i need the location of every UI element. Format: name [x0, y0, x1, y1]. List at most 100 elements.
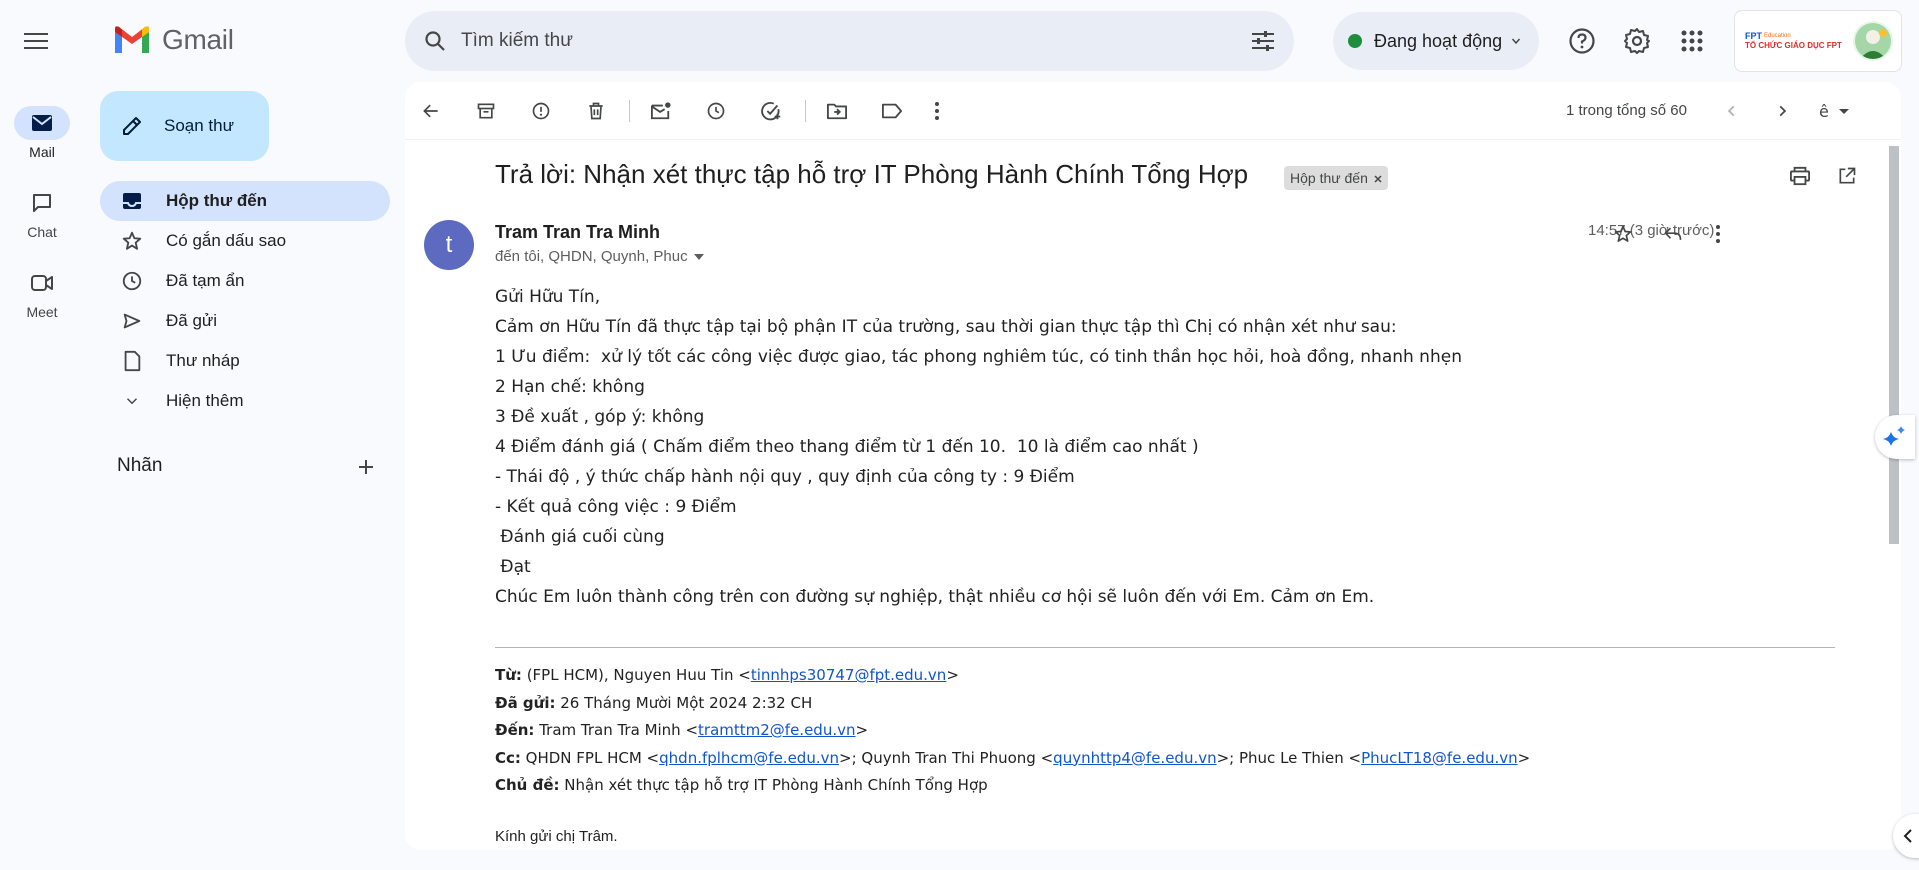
quoted-header: Từ: (FPL HCM), Nguyen Huu Tin <tinnhps30…	[495, 662, 1530, 800]
sender-avatar[interactable]: t	[424, 220, 474, 270]
apps-button[interactable]	[1676, 25, 1708, 57]
rail-item-meet[interactable]: Meet	[0, 266, 84, 320]
add-to-tasks-button[interactable]	[757, 97, 785, 125]
body-line: 3 Đề xuất , góp ý: không	[495, 407, 705, 427]
chevron-down-icon	[1512, 38, 1521, 45]
chevron-left-icon	[1903, 829, 1912, 843]
pagination-label: 1 trong tổng số 60	[1566, 102, 1687, 119]
search-options-icon[interactable]	[1250, 29, 1276, 53]
body-line: 1 Ưu điểm: xử lý tốt các công việc được …	[495, 347, 1462, 367]
quote-divider	[495, 647, 1835, 648]
message-more-button[interactable]	[1704, 220, 1732, 248]
recipients-details[interactable]: đến tôi, QHDN, Quynh, Phuc	[495, 248, 704, 265]
add-task-icon	[761, 102, 781, 121]
more-vert-icon	[935, 102, 939, 120]
compose-button[interactable]: Soạn thư	[100, 91, 269, 161]
quote-to-line: Đến: Tram Tran Tra Minh <tramttm2@fe.edu…	[495, 721, 869, 739]
rail-item-chat[interactable]: Chat	[0, 186, 84, 240]
status-selector[interactable]: Đang hoạt động	[1333, 12, 1539, 70]
gear-icon	[1624, 28, 1650, 54]
sidebar-item-sent[interactable]: Đã gửi	[100, 301, 390, 341]
body-line: 2 Hạn chế: không	[495, 377, 645, 397]
search-icon[interactable]	[423, 29, 447, 53]
main-menu-button[interactable]	[22, 28, 50, 52]
spam-icon	[532, 102, 550, 120]
add-label-button[interactable]	[354, 455, 378, 479]
app-name: Gmail	[162, 24, 234, 55]
sidebar-item-inbox[interactable]: Hộp thư đến	[100, 181, 390, 221]
draft-icon	[124, 350, 141, 372]
labels-heading: Nhãn	[117, 455, 163, 476]
remove-label-icon[interactable]	[1374, 170, 1382, 186]
label-icon	[882, 103, 902, 119]
sidebar-item-more[interactable]: Hiện thêm	[100, 381, 390, 421]
account-button[interactable]: FPT Education TỔ CHỨC GIÁO DỤC FPT	[1734, 10, 1902, 72]
body-line: - Kết quả công việc : 9 Điểm	[495, 497, 737, 517]
input-tools-button[interactable]: ê	[1815, 97, 1855, 125]
reply-button[interactable]	[1659, 220, 1687, 248]
delete-button[interactable]	[582, 97, 610, 125]
settings-button[interactable]	[1621, 25, 1653, 57]
cc-email-link[interactable]: PhucLT18@fe.edu.vn	[1361, 749, 1518, 767]
cc-email-link[interactable]: qhdn.fplhcm@fe.edu.vn	[659, 749, 839, 767]
move-to-button[interactable]	[823, 97, 851, 125]
archive-button[interactable]	[472, 97, 500, 125]
clock-icon	[122, 271, 142, 291]
compose-label: Soạn thư	[164, 116, 234, 135]
labels-button[interactable]	[878, 97, 906, 125]
cc-email-link[interactable]: quynhttp4@fe.edu.vn	[1053, 749, 1216, 767]
newer-button[interactable]	[1718, 97, 1746, 125]
trash-icon	[589, 102, 603, 120]
toolbar-divider	[629, 100, 630, 122]
report-spam-button[interactable]	[527, 97, 555, 125]
rail-item-label: Chat	[27, 224, 57, 240]
org-name: TỔ CHỨC GIÁO DỤC FPT	[1745, 41, 1842, 50]
from-email-link[interactable]: tinnhps30747@fpt.edu.vn	[751, 666, 946, 684]
archive-icon	[477, 103, 495, 119]
body-line: Cảm ơn Hữu Tín đã thực tập tại bộ phận I…	[495, 317, 1397, 337]
clock-icon	[707, 102, 725, 120]
rail-item-mail[interactable]: Mail	[0, 106, 84, 160]
more-options-button[interactable]	[923, 97, 951, 125]
body-line: - Thái độ , ý thức chấp hành nội quy , q…	[495, 467, 1075, 487]
svg-text:ê: ê	[1819, 102, 1829, 121]
sidebar-item-label: Thư nháp	[166, 351, 240, 370]
print-all-button[interactable]	[1789, 166, 1811, 191]
gemini-side-button[interactable]	[1875, 415, 1915, 459]
open-new-window-button[interactable]	[1837, 166, 1857, 191]
send-icon	[123, 313, 141, 329]
inbox-icon	[123, 193, 141, 209]
sender-name[interactable]: Tram Tran Tra Minh	[495, 222, 660, 243]
search-input[interactable]	[461, 30, 1221, 52]
chevron-left-icon	[1727, 105, 1735, 117]
label-chip-inbox[interactable]: Hộp thư đến	[1284, 166, 1388, 190]
sidebar-item-drafts[interactable]: Thư nháp	[100, 341, 390, 381]
quote-sent-line: Đã gửi: 26 Tháng Mười Một 2024 2:32 CH	[495, 693, 813, 712]
rail-item-label: Meet	[26, 304, 58, 320]
body-line: Đánh giá cuối cùng	[495, 527, 665, 547]
toolbar-divider	[805, 100, 806, 122]
mark-unread-button[interactable]	[647, 97, 675, 125]
sidebar-item-starred[interactable]: Có gắn dấu sao	[100, 221, 390, 261]
caret-down-icon	[693, 253, 704, 260]
plus-icon	[359, 460, 373, 474]
sidebar-item-label: Hiện thêm	[166, 391, 244, 410]
back-button[interactable]	[417, 97, 445, 125]
star-button[interactable]	[1609, 220, 1637, 248]
label-chip-text: Hộp thư đến	[1290, 170, 1368, 186]
sidebar-nav: Hộp thư đến Có gắn dấu sao Đã tạm ẩn Đã …	[100, 181, 390, 421]
mail-icon	[32, 115, 52, 131]
search-bar	[405, 11, 1294, 71]
scrollbar-thumb[interactable]	[1889, 146, 1899, 544]
older-button[interactable]	[1768, 97, 1796, 125]
message-body: Gửi Hữu Tín, Cảm ơn Hữu Tín đã thực tập …	[495, 282, 1845, 612]
reply-icon	[1664, 227, 1682, 240]
to-email-link[interactable]: tramttm2@fe.edu.vn	[698, 721, 855, 739]
sidebar-item-snoozed[interactable]: Đã tạm ẩn	[100, 261, 390, 301]
snooze-button[interactable]	[702, 97, 730, 125]
chevron-right-icon	[1779, 105, 1787, 117]
gmail-logo[interactable]: Gmail	[112, 24, 234, 56]
more-vert-icon	[1716, 225, 1720, 243]
support-button[interactable]	[1566, 25, 1598, 57]
message-time: 14:57 (3 giờ trước)	[1588, 222, 1715, 239]
